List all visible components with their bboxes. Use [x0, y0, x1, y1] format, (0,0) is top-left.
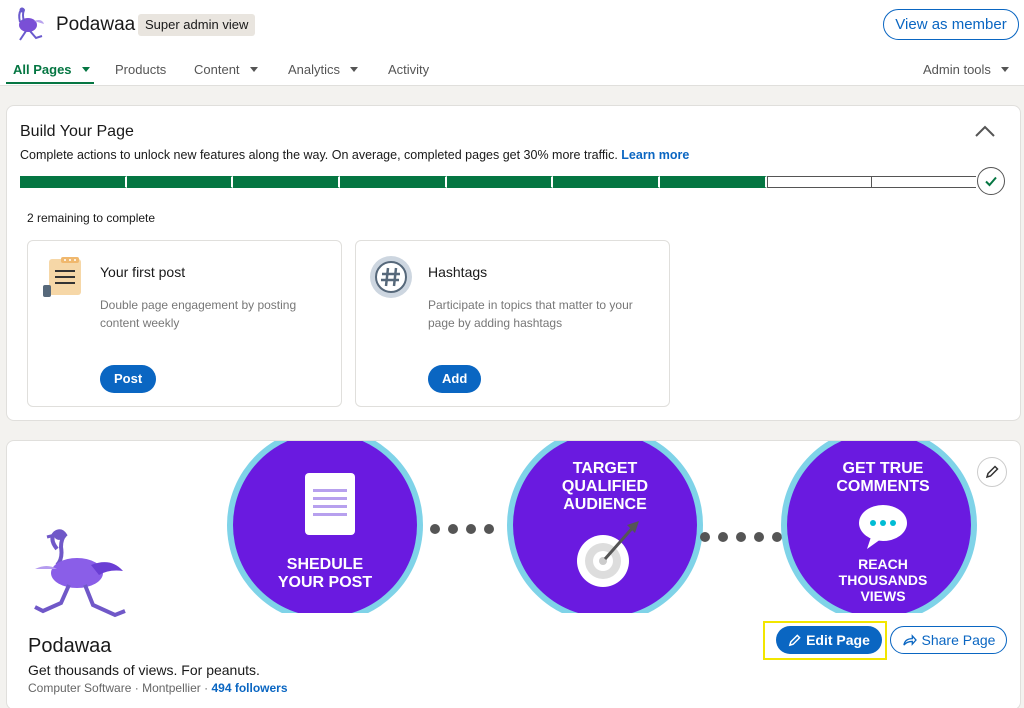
banner-circle1-line1: SHEDULE — [287, 556, 364, 573]
post-button[interactable]: Post — [100, 365, 157, 393]
task-title: Your first post — [100, 264, 186, 280]
followers-link[interactable]: 494 followers — [211, 681, 287, 695]
notepad-icon — [43, 257, 81, 297]
page-tagline: Get thousands of views. For peanuts. — [28, 662, 260, 678]
banner-circle2-line1: TARGET — [573, 460, 638, 477]
progress-segment-complete — [233, 176, 341, 188]
progress-segment-complete — [553, 176, 661, 188]
cover-banner: SHEDULE YOUR POST TARGET QUALIFIED AUDIE… — [227, 441, 977, 613]
document-icon — [305, 473, 355, 535]
banner-circle3-line1: GET TRUE — [843, 460, 924, 477]
page-meta: Computer Software · Montpellier · 494 fo… — [28, 681, 288, 695]
top-bar: Podawaa Super admin view View as member … — [0, 0, 1024, 86]
page-location: Montpellier — [142, 681, 201, 695]
nav-tab-label: Content — [194, 62, 240, 77]
page-logo-ostrich[interactable] — [27, 529, 131, 625]
nav-tab-all-pages[interactable]: All Pages — [13, 62, 90, 77]
share-page-label: Share Page — [921, 632, 996, 648]
nav-tab-analytics[interactable]: Analytics — [288, 62, 359, 77]
task-card-first-post: Your first post Double page engagement b… — [27, 240, 342, 407]
banner-circle3-line4: THOUSANDS — [839, 572, 928, 588]
brand-name: Podawaa — [56, 14, 136, 35]
build-card-subtitle: Complete actions to unlock new features … — [20, 148, 689, 162]
remaining-count: 2 remaining to complete — [27, 211, 156, 225]
learn-more-link[interactable]: Learn more — [621, 148, 689, 162]
edit-page-button[interactable]: Edit Page — [776, 626, 882, 654]
progress-segment-complete — [446, 176, 554, 188]
progress-segment-complete — [126, 176, 234, 188]
admin-tools-label: Admin tools — [923, 62, 991, 77]
banner-circle3-line5: VIEWS — [860, 588, 905, 604]
banner-circle2-line2: QUALIFIED — [562, 478, 648, 495]
view-as-member-button[interactable]: View as member — [883, 9, 1019, 40]
pencil-icon — [985, 465, 999, 479]
banner-circle3-line2: COMMENTS — [836, 478, 930, 495]
task-description: Double page engagement by posting conten… — [100, 298, 297, 330]
task-card-hashtags: Hashtags Participate in topics that matt… — [355, 240, 670, 407]
page-name: Podawaa — [28, 635, 112, 657]
nav-tab-label: All Pages — [13, 62, 72, 77]
hashtag-icon — [370, 256, 412, 298]
page-profile-card: SHEDULE YOUR POST TARGET QUALIFIED AUDIE… — [6, 440, 1021, 708]
banner-circle2-line3: AUDIENCE — [563, 496, 647, 513]
caret-down-icon — [1000, 67, 1009, 72]
pencil-icon — [788, 633, 801, 646]
banner-circle3-line3: REACH — [858, 556, 908, 572]
caret-down-icon — [350, 67, 359, 72]
chevron-up-icon[interactable] — [973, 122, 997, 142]
task-description: Participate in topics that matter to you… — [428, 298, 633, 330]
progress-segment-complete — [340, 176, 447, 188]
progress-segment-incomplete — [766, 176, 872, 188]
caret-down-icon — [81, 67, 90, 72]
build-your-page-card: Build Your Page Complete actions to unlo… — [6, 105, 1021, 421]
admin-nav: All Pages Products Content Analytics Act… — [0, 56, 1024, 86]
active-tab-indicator — [6, 82, 94, 84]
task-title: Hashtags — [428, 264, 488, 280]
nav-tab-products[interactable]: Products — [115, 62, 166, 77]
share-page-button[interactable]: Share Page — [890, 626, 1007, 654]
nav-tab-label: Activity — [388, 62, 430, 77]
progress-bar — [20, 176, 977, 188]
share-arrow-icon — [902, 633, 917, 646]
meta-separator: · — [134, 681, 143, 695]
edit-page-label: Edit Page — [806, 632, 870, 648]
super-admin-badge: Super admin view — [138, 14, 256, 36]
build-card-title: Build Your Page — [20, 123, 134, 140]
progress-complete-check-icon — [977, 167, 1005, 195]
progress-segment-complete — [660, 176, 767, 188]
nav-tab-label: Products — [115, 62, 167, 77]
add-hashtags-button[interactable]: Add — [428, 365, 482, 393]
edit-cover-button[interactable] — [977, 457, 1007, 487]
nav-tab-content[interactable]: Content — [194, 62, 258, 77]
nav-tab-activity[interactable]: Activity — [388, 62, 429, 77]
caret-down-icon — [249, 67, 258, 72]
page-industry: Computer Software — [28, 681, 132, 695]
ostrich-logo-icon[interactable] — [6, 6, 46, 44]
admin-tools-menu[interactable]: Admin tools — [923, 62, 1009, 77]
build-card-subtitle-text: Complete actions to unlock new features … — [20, 148, 618, 162]
nav-tab-label: Analytics — [288, 62, 341, 77]
progress-segment-incomplete — [871, 176, 977, 188]
banner-circle1-line2: YOUR POST — [278, 574, 372, 591]
progress-segment-complete — [20, 176, 127, 188]
